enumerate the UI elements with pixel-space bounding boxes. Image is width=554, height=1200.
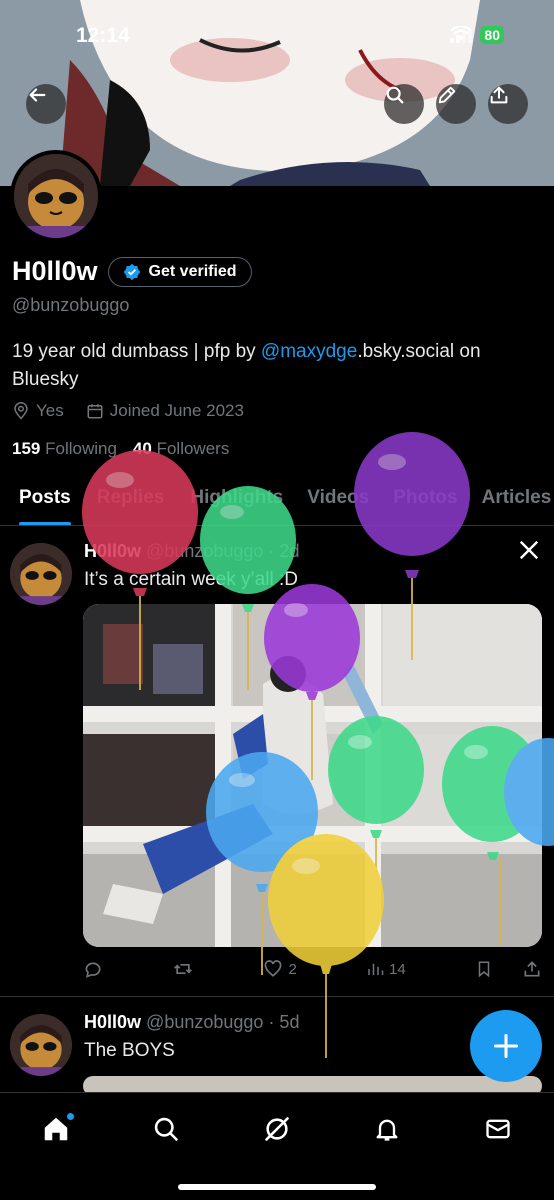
compose-post-button[interactable] (470, 1010, 542, 1082)
notification-dot (67, 1113, 74, 1120)
tab-posts[interactable]: Posts (19, 470, 71, 525)
nav-home[interactable] (38, 1111, 74, 1147)
following-count: 159 (12, 439, 41, 458)
like-count: 2 (288, 960, 297, 978)
bio-text: 19 year old dumbass | pfp by (12, 341, 261, 362)
post-text: The BOYS (84, 1040, 175, 1061)
avatar-art (10, 1014, 72, 1076)
status-indicators: 80 (450, 26, 504, 44)
post-author-name[interactable]: H0ll0w (84, 1012, 141, 1032)
avatar-art (14, 154, 98, 238)
tab-highlights[interactable]: Highlights (190, 470, 283, 525)
following-label: Following (45, 439, 117, 458)
post-header: H0ll0w @bunzobuggo · 5d (84, 1012, 299, 1033)
profile-joined: Joined June 2023 (86, 401, 244, 421)
get-verified-label: Get verified (148, 262, 237, 280)
home-icon (44, 1117, 68, 1141)
followers-label: Followers (156, 439, 230, 458)
get-verified-button[interactable]: Get verified (107, 256, 252, 287)
joined-text: Joined June 2023 (109, 401, 244, 420)
search-icon (154, 1117, 178, 1141)
share-button[interactable] (488, 84, 528, 124)
post-avatar[interactable] (10, 543, 72, 605)
bookmark-icon[interactable] (475, 959, 493, 979)
reply-icon (85, 962, 101, 978)
mail-icon (486, 1119, 510, 1139)
display-name: H0ll0w (12, 256, 98, 286)
status-time: 12:14 (76, 24, 130, 47)
post-header: H0ll0w @bunzobuggo · 2d (84, 541, 299, 562)
home-indicator (178, 1184, 376, 1190)
post-actions: 2 14 (83, 959, 542, 979)
following-link[interactable]: 159 Following (12, 439, 117, 459)
pencil-icon (438, 86, 456, 104)
profile-avatar[interactable] (10, 150, 102, 242)
repost-button[interactable] (172, 959, 194, 979)
profile-meta: Yes Joined June 2023 (12, 401, 244, 421)
post-author-handle[interactable]: @bunzobuggo (146, 541, 263, 561)
post-author-handle[interactable]: @bunzobuggo (146, 1012, 263, 1032)
plus-icon (493, 1033, 519, 1059)
views-button[interactable]: 14 (366, 960, 406, 978)
post-item[interactable]: H0ll0w @bunzobuggo · 2d It’s a certain w… (0, 527, 554, 997)
calendar-icon (87, 404, 103, 419)
tab-videos[interactable]: Videos (307, 470, 369, 525)
profile-location: Yes (12, 401, 64, 421)
post-share-group (475, 959, 542, 979)
profile-bio: 19 year old dumbass | pfp by @maxydge.bs… (12, 338, 532, 394)
location-pin-icon (14, 402, 28, 420)
followers-count: 40 (132, 439, 152, 458)
back-button[interactable] (26, 84, 66, 124)
verified-badge-icon (123, 263, 140, 280)
reply-button[interactable] (83, 959, 103, 979)
battery-indicator: 80 (480, 26, 504, 44)
followers-link[interactable]: 40 Followers (133, 439, 229, 459)
x-logo-icon (519, 540, 539, 560)
photo-figure-shelf (83, 604, 542, 947)
views-icon (368, 963, 384, 975)
tab-photos[interactable]: Photos (393, 470, 457, 525)
heart-icon (265, 960, 282, 977)
nav-messages[interactable] (480, 1111, 516, 1147)
bell-icon (376, 1119, 398, 1141)
views-count: 14 (389, 960, 406, 978)
search-icon (386, 86, 404, 104)
like-button[interactable]: 2 (263, 959, 297, 979)
location-text: Yes (36, 401, 64, 420)
post-text: It’s a certain week y’all :D (84, 569, 299, 590)
tab-replies[interactable]: Replies (97, 470, 165, 525)
bio-mention-link[interactable]: @maxydge (261, 341, 357, 362)
post-author-name[interactable]: H0ll0w (84, 541, 141, 561)
share-icon (490, 86, 508, 104)
follow-stats: 159 Following 40 Followers (12, 439, 229, 459)
post-timestamp: · 2d (268, 541, 300, 561)
tab-articles[interactable]: Articles (482, 470, 552, 525)
profile-handle: @bunzobuggo (12, 295, 130, 315)
grok-icon (265, 1117, 289, 1141)
nav-grok[interactable] (259, 1111, 295, 1147)
profile-tabs: Posts Replies Highlights Videos Photos A… (0, 470, 554, 526)
wifi-icon (450, 26, 473, 41)
arrow-left-icon (29, 88, 46, 102)
nav-explore[interactable] (148, 1111, 184, 1147)
post-avatar[interactable] (10, 1014, 72, 1076)
avatar-art (10, 543, 72, 605)
nav-notifications[interactable] (369, 1111, 405, 1147)
share-icon[interactable] (522, 959, 542, 979)
post-timestamp: · 5d (268, 1012, 300, 1032)
repost-icon (174, 964, 193, 974)
profile-name-row: H0ll0w Get verified (12, 256, 252, 287)
edit-profile-button[interactable] (436, 84, 476, 124)
post-media-image[interactable] (83, 604, 542, 947)
search-button[interactable] (384, 84, 424, 124)
